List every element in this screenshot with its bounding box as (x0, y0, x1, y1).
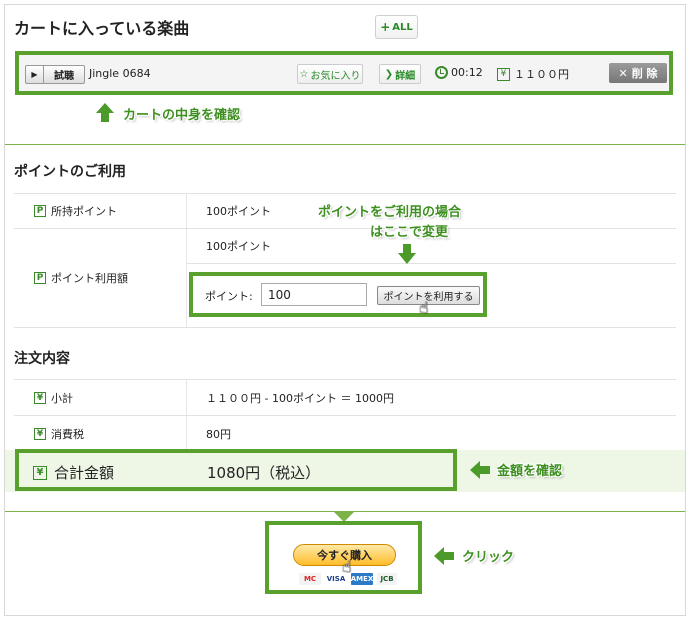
total-amount-row: ¥ 合計金額 1080円（税込） (15, 449, 457, 491)
jcb-icon: JCB (377, 573, 397, 585)
row-divider (14, 193, 676, 194)
add-all-label: ALL (392, 21, 413, 33)
favorite-button[interactable]: ☆ お気に入り (297, 64, 363, 84)
row-divider (14, 228, 676, 229)
clock-icon (435, 66, 448, 79)
subtotal-value: １１００円 - 100ポイント ＝ 1000円 (206, 392, 394, 405)
yen-icon: ¥ (497, 67, 510, 81)
plus-icon: + (380, 20, 391, 34)
left-arrow-icon (434, 547, 454, 565)
add-all-button[interactable]: + ALL (375, 15, 418, 39)
total-callout: 金額を確認 (497, 464, 563, 479)
points-callout-line1: ポイントをご利用の場合 (318, 205, 462, 220)
delete-label: 削 除 (631, 67, 658, 80)
favorite-label: お気に入り (310, 70, 361, 82)
amex-icon: AMEX (350, 573, 374, 585)
visa-icon: VISA (325, 573, 347, 585)
yen-icon: ¥ (33, 465, 47, 480)
left-arrow-icon (470, 461, 490, 479)
cart-item-row: ▶ 試聴 Jingle 0684 ☆ お気に入り ❯ 詳細 00:12 ¥ １１… (15, 51, 673, 95)
down-arrow-icon (398, 244, 416, 266)
trial-label: 試聴 (54, 71, 74, 82)
up-arrow-icon (96, 103, 114, 123)
cart-callout: カートの中身を確認 (123, 108, 241, 123)
total-label: ¥ 合計金額 (33, 462, 114, 483)
row-divider (14, 415, 676, 416)
row-divider (14, 327, 676, 328)
detail-button[interactable]: ❯ 詳細 (379, 64, 421, 84)
held-points-label: P 所持ポイント (34, 203, 117, 219)
card-brands: MC VISA AMEX JCB (299, 573, 397, 585)
use-points-label: P ポイント利用額 (34, 270, 128, 286)
yen-icon: ¥ (34, 428, 46, 440)
use-points-current: 100ポイント (206, 240, 271, 253)
points-icon: P (34, 272, 46, 284)
total-value: 1080円（税込） (207, 464, 321, 482)
cart-title: カートに入っている楽曲 (14, 19, 190, 38)
order-section-title: 注文内容 (14, 351, 70, 367)
row-divider (187, 263, 676, 264)
row-divider (14, 379, 676, 380)
points-section-title: ポイントのご利用 (14, 164, 126, 180)
purchase-callout: クリック (462, 550, 515, 565)
play-icon: ▶ (26, 66, 44, 83)
detail-label: 詳細 (395, 70, 416, 82)
tax-label: ¥ 消費税 (34, 426, 84, 442)
points-callout-line2: はここで変更 (370, 225, 449, 240)
yen-icon: ¥ (34, 392, 46, 404)
points-icon: P (34, 205, 46, 217)
divider (5, 144, 685, 145)
hand-cursor-icon: ☝ (419, 298, 429, 317)
trial-play-button[interactable]: ▶ 試聴 (25, 65, 85, 84)
point-input-label: ポイント: (205, 290, 253, 303)
star-icon: ☆ (299, 68, 309, 80)
mastercard-icon: MC (299, 573, 321, 585)
chevron-right-icon: ❯ (384, 68, 394, 80)
tax-value: 80円 (206, 428, 231, 441)
duration-value: 00:12 (451, 66, 483, 79)
held-points-value: 100ポイント (206, 205, 271, 218)
duration: 00:12 (435, 66, 483, 79)
point-use-form: ポイント: ポイントを利用する ☝ (189, 272, 487, 317)
column-divider (186, 193, 187, 328)
song-name: Jingle 0684 (89, 67, 151, 80)
close-icon: ✕ (618, 66, 628, 80)
purchase-area: 今すぐ購入 ☝ MC VISA AMEX JCB (265, 521, 422, 594)
item-price: ¥ １１００円 (497, 66, 569, 82)
price-value: １１００円 (514, 68, 569, 81)
delete-button[interactable]: ✕ 削 除 (609, 63, 667, 83)
subtotal-label: ¥ 小計 (34, 390, 73, 406)
point-input[interactable] (261, 283, 367, 306)
